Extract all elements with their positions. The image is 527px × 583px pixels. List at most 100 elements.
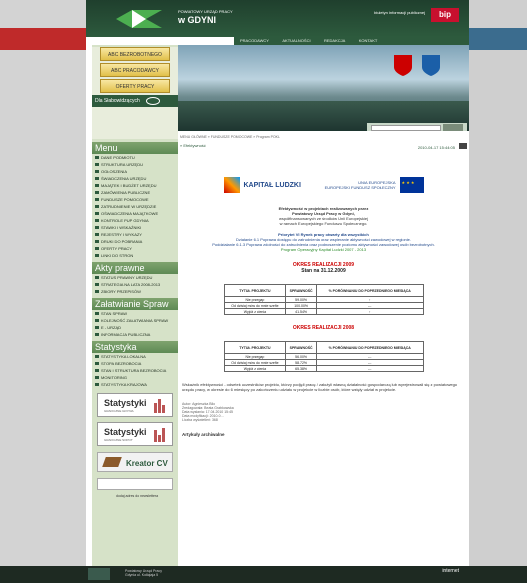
- arrow-icon: [95, 283, 99, 286]
- zal-item[interactable]: INFORMACJA PUBLICZNA: [92, 331, 178, 338]
- stat-item[interactable]: STATYSTYKA KRAJOWA: [92, 381, 178, 388]
- zal-item[interactable]: STAN SPRAW: [92, 310, 178, 317]
- stat-item[interactable]: STAN I STRUKTURA BEZROBOCIA: [92, 367, 178, 374]
- menu-item[interactable]: REJESTRY I WYKAZY: [92, 231, 178, 238]
- arrow-icon: [95, 198, 99, 201]
- footer: Powiatowy Urząd Pracy Gdynia ul. Kołłąta…: [0, 566, 527, 583]
- footer-internet-label: internet: [442, 568, 459, 574]
- akty-title: Akty prawne: [92, 262, 178, 274]
- akty-item[interactable]: ZBIORY PRZEPISÓW: [92, 288, 178, 295]
- article-meta: Autor: Agnieszka Bilo Zredagowała: Beata…: [182, 402, 465, 422]
- oferty-pracy-button[interactable]: OFERTY PRACY: [100, 79, 170, 93]
- akty-item[interactable]: STRATEGIA NA LATA 2008-2013: [92, 281, 178, 288]
- bip-logo[interactable]: bip: [431, 8, 459, 22]
- arrow-icon: [95, 254, 99, 257]
- statystyka-title: Statystyka: [92, 341, 178, 353]
- newsletter-input[interactable]: [97, 478, 173, 490]
- title-line2: w GDYNI: [178, 15, 217, 25]
- print-icon[interactable]: [459, 143, 467, 149]
- table-row: Wyjdź z cienia 41.54% ↑: [223, 308, 424, 315]
- menu-item[interactable]: OGŁOSZENIA: [92, 168, 178, 175]
- pup-logo[interactable]: [116, 8, 162, 30]
- eu-flag-icon: [399, 177, 424, 193]
- archive-link[interactable]: Artykuły archiwalne: [182, 432, 465, 437]
- article-header: » Efektywność 2010-04-17 15:44:05: [178, 143, 469, 150]
- nav-item[interactable]: REDAKCJA: [324, 38, 345, 43]
- bars-icon: [154, 428, 166, 444]
- arrow-icon: [95, 326, 99, 329]
- main-content: MENU GŁÓWNE » FUNDUSZE POMOCOWE » Progra…: [178, 131, 469, 576]
- arrow-icon: [95, 163, 99, 166]
- stat-item[interactable]: STOPA BEZROBOCIA: [92, 360, 178, 367]
- arrow-icon: [95, 212, 99, 215]
- kapital-ludzki-icon: [223, 177, 240, 193]
- menu-item[interactable]: DANE PODMIOTU: [92, 154, 178, 161]
- eye-icon: [145, 96, 160, 105]
- table-2009: TYTUŁ PROJEKTU SPRAWNOŚĆ% PORÓWNANIU DO P…: [223, 284, 424, 315]
- arrow-icon: [95, 369, 99, 372]
- arrow-icon: [95, 226, 99, 229]
- right-background: [469, 0, 527, 583]
- statystyki-gdynia-banner[interactable]: Statystyki GRAFICZNE GDYNIA: [97, 393, 173, 417]
- menu-item[interactable]: MAJĄTEK I BUDŻET URZĘDU: [92, 182, 178, 189]
- menu-list: DANE PODMIOTU STRUKTURA URZĘDU OGŁOSZENI…: [92, 154, 178, 259]
- menu-item[interactable]: KONTROLE PUP GDYNIA: [92, 217, 178, 224]
- stat-item[interactable]: MONITORING: [92, 374, 178, 381]
- intro-line4: w ramach Europejskiego Funduszu Społeczn…: [279, 221, 368, 226]
- accessibility-link[interactable]: Dla Słabowidzących: [92, 95, 178, 107]
- menu-item[interactable]: DRUKI DO POBRANIA: [92, 238, 178, 245]
- top-nav: PRACODAWCY AKTUALNOŚCI REDAKCJA KONTAKT: [234, 37, 469, 45]
- arrow-icon: [95, 362, 99, 365]
- menu-item[interactable]: STAWKI I WSKAŹNIKI: [92, 224, 178, 231]
- site-header: POWIATOWY URZĄD PRACY w GDYNI biuletyn i…: [86, 0, 469, 37]
- akty-section: Akty prawne STATUS PRAWNY URZĘDU STRATEG…: [92, 262, 178, 295]
- nav-item[interactable]: KONTAKT: [359, 38, 378, 43]
- arrow-icon: [95, 240, 99, 243]
- program: Program Operacyjny Kapitał Ludzki 2007 -…: [280, 247, 367, 252]
- stat-banner-title: Statystyki: [104, 427, 147, 437]
- eu-logos: KAPITAŁ LUDZKI UNIA EUROPEJSKA EUROPEJSKI…: [223, 170, 424, 200]
- menu-item[interactable]: LINKI DO STRON: [92, 252, 178, 259]
- zal-item[interactable]: E - URZĄD: [92, 324, 178, 331]
- menu-item[interactable]: OFERTY PRACY: [92, 245, 178, 252]
- right-blue-band: [469, 28, 527, 50]
- abc-pracodawcy-button[interactable]: ABC PRACODAWCY: [100, 63, 170, 77]
- kreator-cv-banner[interactable]: Kreator CV: [97, 452, 173, 472]
- browser-window: POWIATOWY URZĄD PRACY w GDYNI biuletyn i…: [0, 0, 527, 583]
- site-title: POWIATOWY URZĄD PRACY w GDYNI: [178, 9, 233, 25]
- menu-item[interactable]: ZATRUDNIENIE W URZĘDZIE: [92, 203, 178, 210]
- statystyki-sopot-banner[interactable]: Statystyki GRAFICZNE SOPOT: [97, 422, 173, 446]
- menu-item[interactable]: STRUKTURA URZĘDU: [92, 161, 178, 168]
- nav-item[interactable]: AKTUALNOŚCI: [282, 38, 310, 43]
- arrow-icon: [95, 184, 99, 187]
- kapital-ludzki-label: KAPITAŁ LUDZKI: [243, 181, 301, 189]
- pen-icon: [102, 457, 122, 467]
- menu-title: Menu: [92, 142, 178, 154]
- menu-item[interactable]: FUNDUSZE POMOCOWE: [92, 196, 178, 203]
- table-2008: TYTUŁ PROJEKTU SPRAWNOŚĆ% PORÓWNANIU DO P…: [223, 341, 424, 372]
- site-page: POWIATOWY URZĄD PRACY w GDYNI biuletyn i…: [86, 0, 469, 583]
- indicator-description: Wskaźnik efektywności - odsetek uczestni…: [182, 382, 458, 392]
- bars-icon: [154, 399, 166, 415]
- arrow-icon: [95, 276, 99, 279]
- newsletter-label: dodaj adres do newslettera: [116, 494, 159, 498]
- statystyka-section: Statystyka STATYSTYKA LOKALNA STOPA BEZR…: [92, 341, 178, 388]
- arrow-icon: [95, 247, 99, 250]
- zal-item[interactable]: KOLEJNOŚĆ ZAŁATWIANIA SPRAW: [92, 317, 178, 324]
- hero-image: [178, 45, 469, 131]
- menu-item[interactable]: OŚWIADCZENIA MAJĄTKOWE: [92, 210, 178, 217]
- abc-bezrobotnego-button[interactable]: ABC BEZROBOTNEGO: [100, 47, 170, 61]
- menu-item[interactable]: ZAMÓWIENIA PUBLICZNE: [92, 189, 178, 196]
- table-row: Wyjdź z cienia 65.38% ---: [223, 365, 424, 372]
- zalatwianie-section: Załatwianie Spraw STAN SPRAW KOLEJNOŚĆ Z…: [92, 298, 178, 338]
- arrow-icon: [95, 156, 99, 159]
- arrow-icon: [95, 290, 99, 293]
- arrow-icon: [95, 383, 99, 386]
- nav-item[interactable]: PRACODAWCY: [240, 38, 269, 43]
- sidebar-header: ABC BEZROBOTNEGO ABC PRACODAWCY OFERTY P…: [92, 47, 178, 139]
- period-2009-date: Stan na 31.12.2009: [301, 268, 346, 274]
- stat-item[interactable]: STATYSTYKA LOKALNA: [92, 353, 178, 360]
- left-red-band: [0, 28, 86, 50]
- menu-item[interactable]: ŚWIADCZENIA URZĘDU: [92, 175, 178, 182]
- akty-item[interactable]: STATUS PRAWNY URZĘDU: [92, 274, 178, 281]
